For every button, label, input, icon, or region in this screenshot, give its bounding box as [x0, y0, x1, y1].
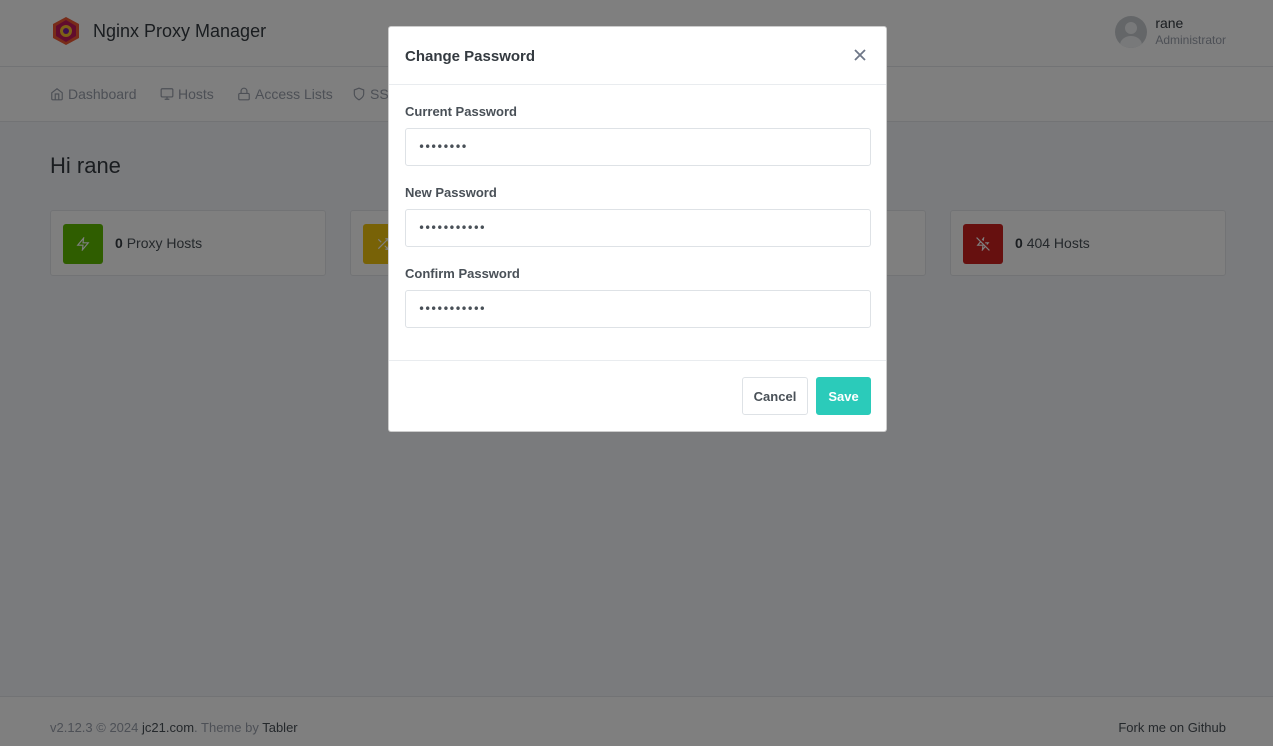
- modal-footer: Cancel Save: [389, 360, 886, 432]
- current-password-field[interactable]: [405, 128, 871, 166]
- new-password-field[interactable]: [405, 209, 871, 247]
- confirm-password-field[interactable]: [405, 290, 871, 328]
- change-password-modal: Change Password Current Password New Pas…: [388, 26, 887, 432]
- close-icon[interactable]: [852, 47, 868, 63]
- current-password-label: Current Password: [405, 104, 517, 119]
- modal-header: Change Password: [389, 27, 886, 85]
- save-button[interactable]: Save: [816, 377, 871, 415]
- new-password-label: New Password: [405, 185, 497, 200]
- modal-title: Change Password: [405, 48, 536, 65]
- confirm-password-label: Confirm Password: [405, 266, 520, 281]
- cancel-button[interactable]: Cancel: [742, 377, 808, 415]
